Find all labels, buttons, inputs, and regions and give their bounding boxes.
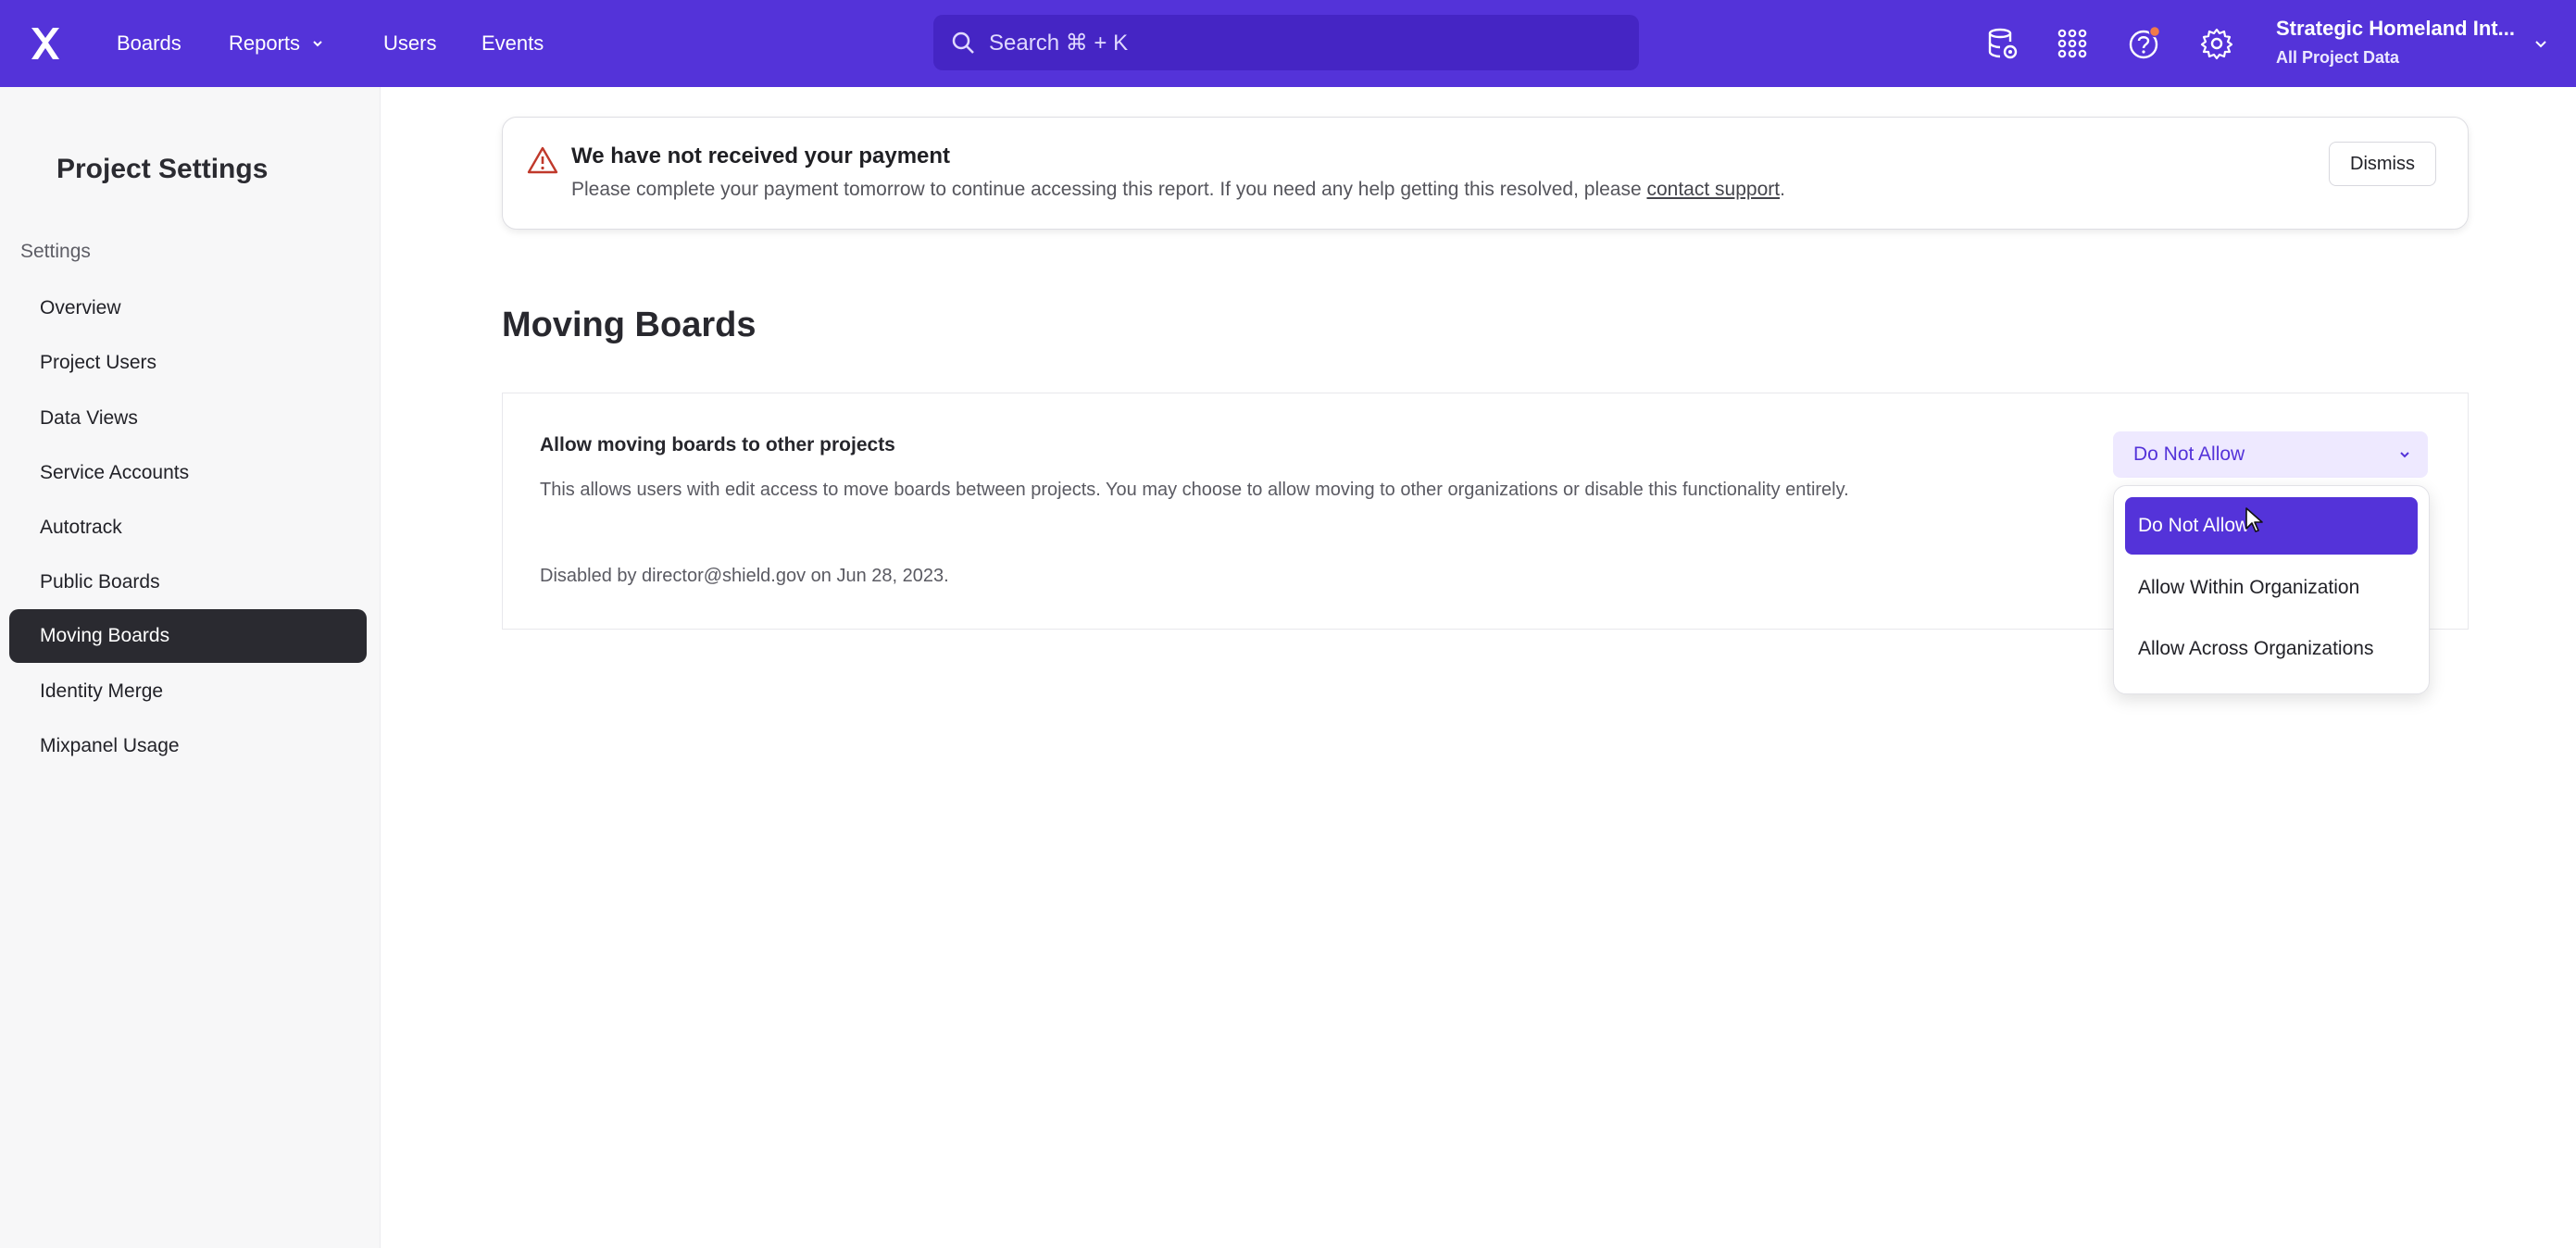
moving-boards-dropdown-menu: Do Not Allow Allow Within Organization A… bbox=[2113, 485, 2430, 694]
chevron-down-icon bbox=[2400, 452, 2409, 458]
option-do-not-allow[interactable]: Do Not Allow bbox=[2125, 497, 2418, 555]
sidebar-item-label: Moving Boards bbox=[40, 625, 170, 646]
moving-boards-select[interactable]: Do Not Allow bbox=[2113, 431, 2428, 478]
nav-users[interactable]: Users bbox=[383, 0, 436, 87]
mouse-cursor-icon bbox=[2245, 507, 2263, 532]
option-label: Allow Within Organization bbox=[2138, 577, 2360, 598]
sidebar-item-label: Autotrack bbox=[40, 517, 122, 538]
setting-description: This allows users with edit access to mo… bbox=[540, 480, 1849, 500]
nav-events-label: Events bbox=[481, 31, 544, 55]
page-title: Moving Boards bbox=[502, 306, 757, 344]
chevron-down-icon bbox=[313, 41, 322, 47]
sidebar-item-service-accounts[interactable]: Service Accounts bbox=[9, 446, 367, 500]
help-icon[interactable] bbox=[2124, 23, 2165, 64]
database-settings-icon[interactable] bbox=[1982, 23, 2022, 64]
sidebar-item-identity-merge[interactable]: Identity Merge bbox=[9, 665, 367, 718]
sidebar-item-overview[interactable]: Overview bbox=[9, 281, 367, 335]
sidebar-item-public-boards[interactable]: Public Boards bbox=[9, 555, 367, 609]
org-name: Strategic Homeland Int... bbox=[2276, 17, 2515, 40]
option-label: Allow Across Organizations bbox=[2138, 638, 2374, 659]
nav-users-label: Users bbox=[383, 31, 437, 55]
select-value: Do Not Allow bbox=[2133, 443, 2245, 465]
setting-status: Disabled by director@shield.gov on Jun 2… bbox=[540, 566, 949, 586]
chevron-down-icon[interactable] bbox=[2533, 37, 2548, 52]
sidebar-item-label: Overview bbox=[40, 297, 121, 318]
banner-description-text: Please complete your payment tomorrow to… bbox=[571, 179, 1647, 200]
option-allow-across-organizations[interactable]: Allow Across Organizations bbox=[2125, 620, 2418, 678]
setting-title: Allow moving boards to other projects bbox=[540, 434, 895, 456]
payment-warning-banner: We have not received your payment Please… bbox=[502, 117, 2469, 230]
settings-sidebar: Project Settings Settings Overview Proje… bbox=[0, 87, 381, 1248]
sidebar-section-label: Settings bbox=[20, 241, 91, 262]
contact-support-link[interactable]: contact support bbox=[1646, 179, 1780, 200]
warning-icon bbox=[527, 146, 558, 174]
option-label: Do Not Allow bbox=[2138, 515, 2250, 536]
nav-boards-label: Boards bbox=[117, 31, 181, 55]
option-allow-within-organization[interactable]: Allow Within Organization bbox=[2125, 559, 2418, 617]
search-icon bbox=[952, 31, 974, 54]
sidebar-item-project-users[interactable]: Project Users bbox=[9, 336, 367, 390]
nav-reports-label: Reports bbox=[229, 31, 301, 55]
sidebar-item-label: Project Users bbox=[40, 352, 157, 373]
nav-boards[interactable]: Boards bbox=[117, 0, 181, 87]
search-input[interactable]: Search ⌘ + K bbox=[933, 15, 1639, 70]
sidebar-item-mixpanel-usage[interactable]: Mixpanel Usage bbox=[9, 719, 367, 773]
nav-reports[interactable]: Reports bbox=[229, 0, 324, 87]
sidebar-item-label: Service Accounts bbox=[40, 462, 190, 483]
nav-events[interactable]: Events bbox=[481, 0, 544, 87]
organization-switcher[interactable]: Strategic Homeland Int... All Project Da… bbox=[2276, 17, 2515, 68]
apps-grid-icon[interactable] bbox=[2052, 23, 2093, 64]
top-navigation-bar: Boards Reports Users Events Search ⌘ + K bbox=[0, 0, 2576, 87]
banner-title: We have not received your payment bbox=[571, 144, 951, 168]
sidebar-item-autotrack[interactable]: Autotrack bbox=[9, 501, 367, 555]
dismiss-button[interactable]: Dismiss bbox=[2329, 142, 2436, 186]
sidebar-item-label: Public Boards bbox=[40, 571, 160, 593]
sidebar-title: Project Settings bbox=[56, 154, 269, 184]
sidebar-item-label: Mixpanel Usage bbox=[40, 735, 180, 756]
sidebar-item-label: Data Views bbox=[40, 407, 138, 429]
sidebar-item-label: Identity Merge bbox=[40, 680, 164, 702]
sidebar-item-data-views[interactable]: Data Views bbox=[9, 392, 367, 445]
gear-icon[interactable] bbox=[2196, 23, 2237, 64]
banner-description-end: . bbox=[1780, 179, 1785, 200]
banner-description: Please complete your payment tomorrow to… bbox=[571, 179, 1785, 201]
org-subtitle: All Project Data bbox=[2276, 48, 2400, 67]
search-placeholder: Search ⌘ + K bbox=[989, 30, 1129, 56]
sidebar-item-moving-boards[interactable]: Moving Boards bbox=[9, 609, 367, 663]
mixpanel-logo-icon[interactable] bbox=[26, 24, 65, 63]
